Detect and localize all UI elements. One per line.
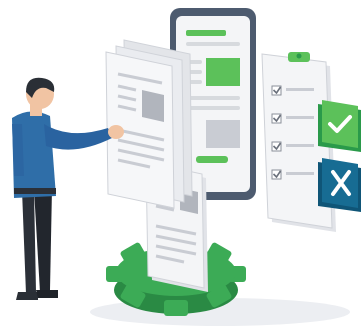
- phone-button: [196, 156, 228, 163]
- check-icon: [318, 100, 361, 152]
- document-workflow-illustration: [0, 0, 361, 332]
- phone-header-bar: [186, 30, 226, 36]
- illustration-canvas: [12, 8, 361, 326]
- document-stack: [105, 39, 193, 209]
- phone-image-block: [206, 58, 240, 86]
- x-icon: [318, 158, 361, 212]
